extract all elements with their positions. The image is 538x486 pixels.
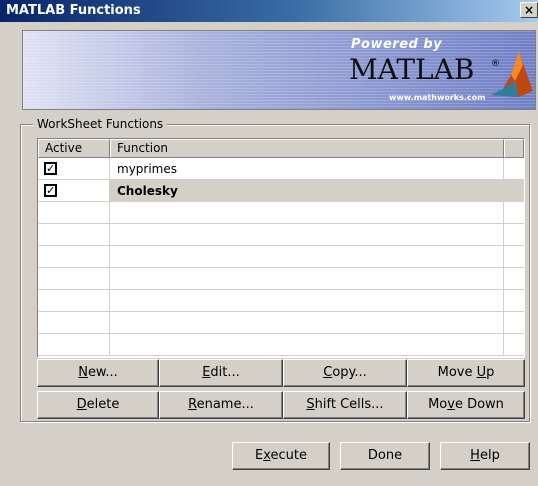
btn-accel-key: D bbox=[76, 397, 87, 412]
filler-cell bbox=[504, 268, 524, 290]
active-cell[interactable]: ✓ bbox=[38, 180, 110, 202]
btn-accel-key: N bbox=[78, 365, 88, 380]
btn-text-post: dit... bbox=[210, 365, 240, 380]
btn-text-pre: Move bbox=[437, 365, 477, 380]
btn-text-post: hift Cells... bbox=[314, 397, 384, 412]
table-header: Active Function bbox=[38, 139, 524, 159]
function-name: Cholesky bbox=[117, 184, 178, 198]
btn-text-post: opy... bbox=[332, 365, 367, 380]
function-cell[interactable] bbox=[110, 290, 504, 312]
execute-button[interactable]: Execute bbox=[232, 442, 330, 470]
btn-text-post: ecute bbox=[270, 448, 307, 463]
active-cell[interactable] bbox=[38, 290, 110, 312]
function-cell[interactable]: Cholesky bbox=[110, 180, 504, 202]
filler-cell bbox=[504, 202, 524, 224]
active-cell[interactable] bbox=[38, 334, 110, 356]
btn-text-post: ename... bbox=[196, 397, 254, 412]
active-cell[interactable] bbox=[38, 246, 110, 268]
active-cell[interactable] bbox=[38, 224, 110, 246]
function-cell[interactable]: myprimes bbox=[110, 158, 504, 180]
btn-accel-key: H bbox=[470, 448, 480, 463]
active-cell[interactable]: ✓ bbox=[38, 158, 110, 180]
table-row[interactable] bbox=[38, 246, 524, 268]
filler-cell bbox=[504, 224, 524, 246]
function-cell[interactable] bbox=[110, 246, 504, 268]
active-cell[interactable] bbox=[38, 312, 110, 334]
title-bar: MATLAB Functions × bbox=[0, 0, 538, 22]
column-header-active[interactable]: Active bbox=[38, 139, 110, 158]
function-name: myprimes bbox=[117, 162, 177, 176]
close-button[interactable]: × bbox=[520, 2, 538, 18]
btn-text-post: elete bbox=[86, 397, 120, 412]
table-row[interactable] bbox=[38, 268, 524, 290]
active-checkbox[interactable]: ✓ bbox=[44, 184, 57, 197]
filler-cell bbox=[504, 290, 524, 312]
btn-text-post: e Down bbox=[454, 397, 504, 412]
move-up-button[interactable]: Move Up bbox=[407, 359, 525, 387]
done-button[interactable]: Done bbox=[340, 442, 430, 470]
function-cell[interactable] bbox=[110, 334, 504, 356]
function-cell[interactable] bbox=[110, 268, 504, 290]
table-row[interactable] bbox=[38, 334, 524, 356]
btn-accel-key: v bbox=[447, 397, 455, 412]
function-cell[interactable] bbox=[110, 312, 504, 334]
worksheet-functions-group: WorkSheet Functions Active Function ✓ my… bbox=[20, 117, 530, 422]
btn-accel-key: R bbox=[188, 397, 197, 412]
table-row[interactable]: ✓ myprimes bbox=[38, 158, 524, 180]
btn-text-post: elp bbox=[479, 448, 500, 463]
filler-cell bbox=[504, 312, 524, 334]
filler-cell bbox=[504, 334, 524, 356]
new-button[interactable]: New... bbox=[37, 359, 159, 387]
active-cell[interactable] bbox=[38, 202, 110, 224]
delete-button[interactable]: Delete bbox=[37, 391, 159, 419]
table-row[interactable]: ✓ Cholesky bbox=[38, 180, 524, 202]
edit-button[interactable]: Edit... bbox=[159, 359, 283, 387]
functions-table: Active Function ✓ myprimes ✓ Cholesky bbox=[37, 138, 525, 358]
window-title: MATLAB Functions bbox=[6, 3, 141, 18]
column-header-function[interactable]: Function bbox=[110, 139, 504, 158]
column-header-filler bbox=[504, 139, 524, 158]
table-row[interactable] bbox=[38, 224, 524, 246]
table-row[interactable] bbox=[38, 290, 524, 312]
active-checkbox[interactable]: ✓ bbox=[44, 162, 57, 175]
move-down-button[interactable]: Move Down bbox=[407, 391, 525, 419]
btn-accel-key: U bbox=[476, 365, 487, 380]
filler-cell bbox=[504, 158, 524, 180]
copy-button[interactable]: Copy... bbox=[283, 359, 407, 387]
btn-text-post: p bbox=[486, 365, 495, 380]
matlab-logo-text: MATLAB bbox=[349, 53, 475, 86]
shift-cells-button[interactable]: Shift Cells... bbox=[283, 391, 407, 419]
btn-accel-key: C bbox=[323, 365, 333, 380]
matlab-banner: Powered by MATLAB ® www.mathworks.com bbox=[22, 30, 536, 110]
filler-cell bbox=[504, 246, 524, 268]
mathworks-url: www.mathworks.com bbox=[389, 93, 486, 102]
btn-text-post: ew... bbox=[87, 365, 118, 380]
powered-by-text: Powered by bbox=[351, 37, 443, 52]
rename-button[interactable]: Rename... bbox=[159, 391, 283, 419]
active-cell[interactable] bbox=[38, 268, 110, 290]
table-row[interactable] bbox=[38, 202, 524, 224]
filler-cell bbox=[504, 180, 524, 202]
group-label: WorkSheet Functions bbox=[33, 117, 168, 131]
help-button[interactable]: Help bbox=[440, 442, 530, 470]
btn-text-pre: Mo bbox=[428, 397, 448, 412]
function-cell[interactable] bbox=[110, 224, 504, 246]
btn-accel-key: S bbox=[306, 397, 315, 412]
btn-text-pre: E bbox=[255, 448, 264, 463]
function-cell[interactable] bbox=[110, 202, 504, 224]
membrane-logo-icon bbox=[491, 51, 533, 97]
btn-accel-key: x bbox=[263, 448, 271, 463]
table-row[interactable] bbox=[38, 312, 524, 334]
btn-text-pre: Done bbox=[367, 448, 403, 463]
